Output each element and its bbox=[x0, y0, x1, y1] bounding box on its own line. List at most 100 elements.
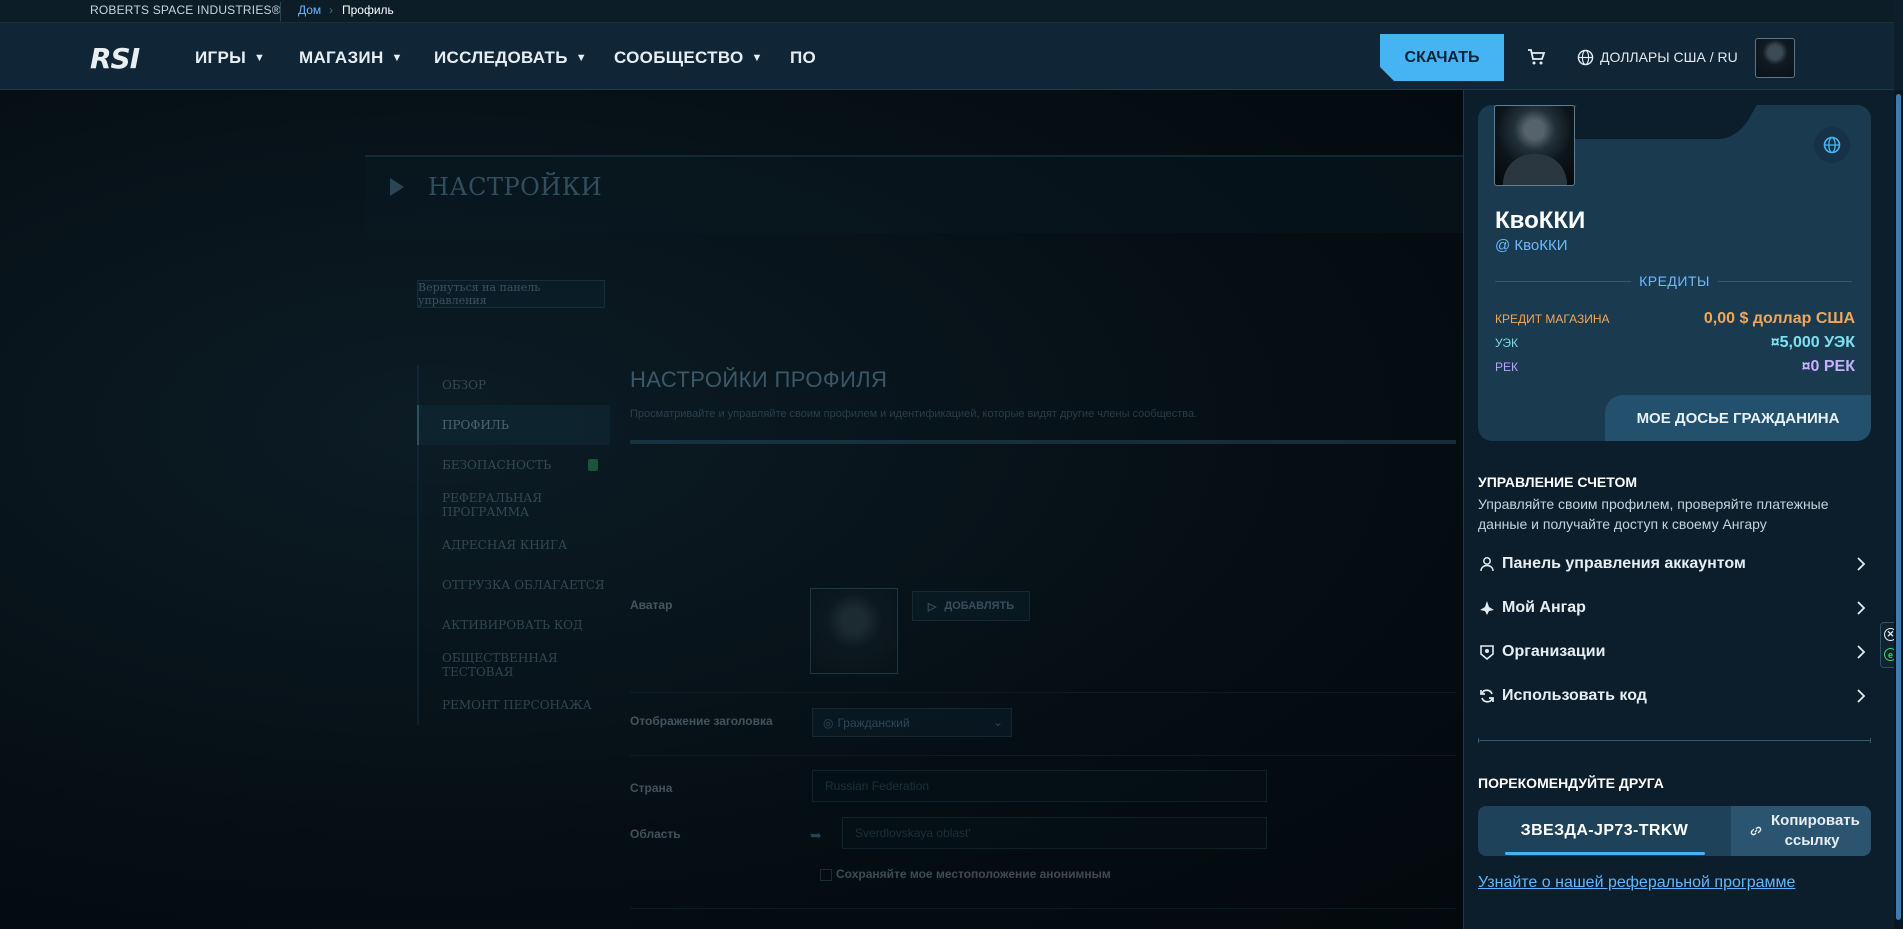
settings-menu-public-test[interactable]: ОБЩЕСТВЕННАЯ ТЕСТОВАЯ bbox=[417, 645, 610, 685]
globe-icon: ◎ bbox=[823, 715, 834, 730]
settings-menu-address-book[interactable]: АДРЕСНАЯ КНИГА bbox=[417, 525, 610, 565]
country-field[interactable]: Russian Federation bbox=[812, 770, 1267, 802]
account-management-description: Управляйте своим профилем, проверяйте пл… bbox=[1478, 496, 1829, 532]
profile-divider bbox=[630, 440, 1456, 444]
region-label: Область bbox=[630, 827, 681, 841]
organizations-link[interactable]: Организации bbox=[1478, 637, 1874, 667]
breadcrumb-separator: › bbox=[329, 3, 333, 17]
download-button[interactable]: СКАЧАТЬ bbox=[1380, 34, 1504, 81]
settings-menu-security[interactable]: БЕЗОПАСНОСТЬ bbox=[417, 445, 610, 485]
profile-settings-subtitle: Просматривайте и управляйте своим профил… bbox=[630, 408, 1198, 420]
credit-row-uec: УЭК ¤5,000 УЭК bbox=[1495, 334, 1855, 352]
copy-link-button[interactable]: Копировать ссылку bbox=[1731, 806, 1871, 856]
settings-menu-profile[interactable]: ПРОФИЛЬ bbox=[417, 405, 610, 445]
chevron-right-icon bbox=[1857, 689, 1866, 703]
nav-games-label: ИГРЫ bbox=[195, 48, 247, 67]
header-display-value: Гражданский bbox=[837, 715, 910, 730]
account-management-title: УПРАВЛЕНИЕ СЧЕТОМ bbox=[1478, 474, 1638, 490]
breadcrumb-home[interactable]: Дом bbox=[298, 3, 321, 17]
my-hangar-link[interactable]: Мой Ангар bbox=[1478, 593, 1874, 623]
region-field[interactable]: Sverdlovskaya oblast' bbox=[842, 817, 1267, 849]
lock-icon bbox=[588, 459, 598, 471]
profile-card-avatar[interactable] bbox=[1494, 105, 1575, 186]
back-to-dashboard-button[interactable]: Вернуться на панель управления bbox=[417, 280, 605, 308]
menu-label: ОБЗОР bbox=[442, 378, 487, 392]
settings-title: НАСТРОЙКИ bbox=[428, 173, 603, 201]
redeem-code-link[interactable]: Использовать код bbox=[1478, 681, 1874, 711]
settings-menu-redeem-code[interactable]: АКТИВИРОВАТЬ КОД bbox=[417, 605, 610, 645]
refer-friend-title: ПОРЕКОМЕНДУЙТЕ ДРУГА bbox=[1478, 775, 1664, 791]
nav-explore-label: ИССЛЕДОВАТЬ bbox=[434, 48, 568, 67]
nav-explore[interactable]: ИССЛЕДОВАТЬ ▼ bbox=[434, 48, 587, 68]
top-bar: ROBERTS SPACE INDUSTRIES® Дом › Профиль bbox=[0, 0, 1903, 23]
row-divider bbox=[630, 692, 1456, 693]
credit-row-rec: РЕК ¤0 РЕК bbox=[1495, 358, 1855, 376]
anonymous-location-checkbox[interactable] bbox=[820, 869, 832, 881]
credits-title: КРЕДИТЫ bbox=[1631, 273, 1718, 289]
nav-store[interactable]: МАГАЗИН ▼ bbox=[299, 48, 403, 68]
nav-store-label: МАГАЗИН bbox=[299, 48, 384, 67]
breadcrumb-current: Профиль bbox=[342, 3, 394, 17]
row-divider bbox=[630, 755, 1456, 756]
credit-key: УЭК bbox=[1495, 336, 1518, 350]
organization-icon bbox=[1478, 643, 1496, 661]
referral-code[interactable]: ЗВЕЗДА-JP73-TRKW bbox=[1478, 806, 1731, 856]
brand-name[interactable]: ROBERTS SPACE INDUSTRIES® bbox=[90, 3, 281, 17]
profile-settings-title: НАСТРОЙКИ ПРОФИЛЯ bbox=[630, 367, 888, 392]
scrollbar-thumb[interactable] bbox=[1896, 94, 1901, 920]
page-scrollbar-top bbox=[1894, 0, 1903, 90]
header-display-label: Отображение заголовка bbox=[630, 714, 773, 728]
menu-label: Мой Ангар bbox=[1502, 599, 1586, 616]
cart-icon[interactable] bbox=[1526, 47, 1546, 67]
credit-value: ¤5,000 УЭК bbox=[1770, 334, 1855, 351]
profile-card-notch bbox=[1557, 103, 1758, 139]
account-dashboard-link[interactable]: Панель управления аккаунтом bbox=[1478, 549, 1874, 579]
play-icon: ▷ bbox=[927, 600, 937, 613]
header-display-select[interactable]: ◎ Гражданский ⌄ bbox=[812, 708, 1012, 737]
rsi-logo[interactable]: RSI bbox=[90, 42, 140, 75]
credit-row-store: КРЕДИТ МАГАЗИНА 0,00 $ доллар США bbox=[1495, 310, 1855, 328]
currency-selector[interactable]: ДОЛЛАРЫ США / RU bbox=[1600, 49, 1738, 65]
nav-community-label: СООБЩЕСТВО bbox=[614, 48, 744, 67]
menu-label: Организации bbox=[1502, 643, 1606, 660]
menu-label: ПРОФИЛЬ bbox=[442, 418, 509, 432]
settings-menu-referral[interactable]: РЕФЕРАЛЬНАЯ ПРОГРАММА bbox=[417, 485, 610, 525]
chevron-right-icon bbox=[1857, 557, 1866, 571]
citizen-dossier-button[interactable]: МОЕ ДОСЬЕ ГРАЖДАНИНА bbox=[1605, 395, 1871, 441]
user-avatar[interactable] bbox=[1755, 38, 1795, 78]
row-divider bbox=[630, 908, 1456, 909]
caret-down-icon: ▼ bbox=[391, 52, 403, 64]
credit-key: РЕК bbox=[1495, 360, 1518, 374]
settings-menu-shipping[interactable]: ОТГРУЗКА ОБЛАГАЕТСЯ bbox=[417, 565, 610, 605]
settings-menu-character-repair[interactable]: РЕМОНТ ПЕРСОНАЖА bbox=[417, 685, 610, 725]
settings-menu-overview[interactable]: ОБЗОР bbox=[417, 365, 610, 405]
ship-icon bbox=[1478, 599, 1496, 617]
avatar-label: Аватар bbox=[630, 598, 673, 612]
nav-games[interactable]: ИГРЫ ▼ bbox=[195, 48, 265, 68]
globe-icon[interactable] bbox=[1814, 127, 1850, 163]
profile-avatar bbox=[810, 588, 898, 674]
caret-down-icon: ▼ bbox=[751, 52, 763, 64]
user-handle[interactable]: @ КвоККИ bbox=[1495, 237, 1568, 254]
add-avatar-button[interactable]: ▷ ДОБАВЛЯТЬ bbox=[912, 591, 1030, 621]
menu-label: Использовать код bbox=[1502, 687, 1647, 704]
anonymous-location-label: Сохраняйте мое местоположение анонимным bbox=[836, 867, 1111, 881]
globe-glyph bbox=[1823, 136, 1841, 154]
chevron-right-icon bbox=[1857, 645, 1866, 659]
caret-down-icon: ▼ bbox=[575, 52, 587, 64]
arrow-right-icon: ➥ bbox=[810, 827, 822, 843]
profile-card: КвоККИ @ КвоККИ КРЕДИТЫ КРЕДИТ МАГАЗИНА … bbox=[1478, 103, 1871, 441]
redeem-icon bbox=[1478, 687, 1496, 705]
globe-icon[interactable] bbox=[1577, 49, 1594, 66]
referral-code-underline bbox=[1505, 852, 1705, 855]
user-icon bbox=[1478, 555, 1496, 573]
menu-label: БЕЗОПАСНОСТЬ bbox=[442, 458, 552, 472]
settings-menu: ОБЗОР ПРОФИЛЬ БЕЗОПАСНОСТЬ РЕФЕРАЛЬНАЯ П… bbox=[417, 365, 610, 725]
nav-support[interactable]: ПО bbox=[790, 48, 816, 68]
nav-community[interactable]: СООБЩЕСТВО ▼ bbox=[614, 48, 763, 68]
caret-down-icon: ▼ bbox=[254, 52, 266, 64]
referral-program-link[interactable]: Узнайте о нашей реферальной программе bbox=[1478, 874, 1795, 892]
main-nav: RSI ИГРЫ ▼ МАГАЗИН ▼ ИССЛЕДОВАТЬ ▼ СООБЩЕСТ… bbox=[0, 23, 1903, 90]
panel-scrollbar[interactable] bbox=[1894, 90, 1903, 929]
menu-label: РЕФЕРАЛЬНАЯ ПРОГРАММА bbox=[442, 491, 543, 519]
